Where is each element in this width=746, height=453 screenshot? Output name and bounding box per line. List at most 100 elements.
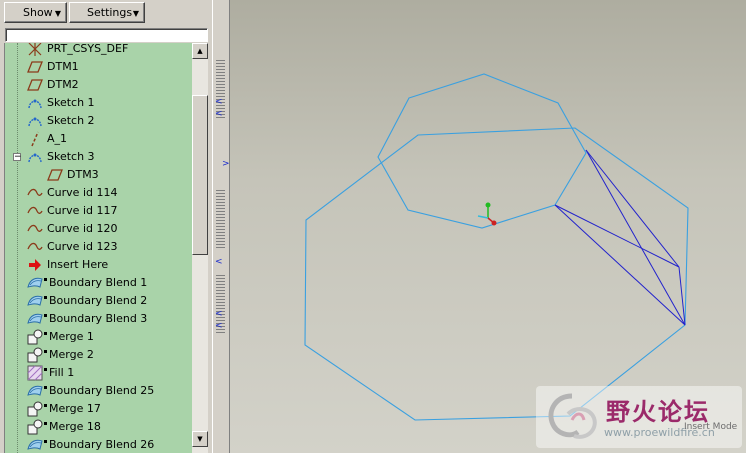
boundary-blend-icon <box>27 311 43 327</box>
feature-status-marker <box>44 278 47 281</box>
boundary-blend-icon <box>27 275 43 291</box>
tree-item-label: Curve id 123 <box>47 240 118 253</box>
tree-item[interactable]: Insert Here <box>5 256 193 274</box>
tree-item-label: Boundary Blend 1 <box>49 276 148 289</box>
dropdown-arrow-icon: ▼ <box>132 9 139 18</box>
boundary-blend-icon <box>27 383 43 399</box>
collapse-left-arrow-icon[interactable]: < <box>215 310 223 319</box>
sketch-icon <box>27 113 43 129</box>
sketch-icon <box>27 95 43 111</box>
tree-item[interactable]: Curve id 120 <box>5 220 193 238</box>
tree-item-label: Curve id 120 <box>47 222 118 235</box>
tree-item[interactable]: Merge 1 <box>5 328 193 346</box>
curve-icon <box>27 203 43 219</box>
feature-status-marker <box>44 386 47 389</box>
show-menu-button[interactable]: Show ▼ <box>4 2 67 23</box>
feature-status-marker <box>44 404 47 407</box>
tree-item[interactable]: Merge 17 <box>5 400 193 418</box>
tree-item[interactable]: Boundary Blend 2 <box>5 292 193 310</box>
settings-button-label: Settings <box>87 6 133 19</box>
tree-item-label: Curve id 117 <box>47 204 118 217</box>
tree-item[interactable]: Boundary Blend 3 <box>5 310 193 328</box>
scrollbar-thumb[interactable] <box>192 95 208 255</box>
tree-toolbar: Show ▼ Settings ▼ <box>0 0 212 26</box>
insert-arrow-icon <box>27 257 43 273</box>
upper-sketch-curve <box>377 73 587 229</box>
sketch-icon <box>27 149 43 165</box>
collapse-left-arrow-icon[interactable]: < <box>215 98 223 107</box>
tree-item[interactable]: Curve id 123 <box>5 238 193 256</box>
scroll-down-button[interactable]: ▼ <box>192 431 208 447</box>
tree-item[interactable]: DTM3 <box>5 166 193 184</box>
curve-icon <box>27 221 43 237</box>
tree-item-label: Curve id 114 <box>47 186 118 199</box>
scroll-up-button[interactable]: ▲ <box>192 43 208 59</box>
tree-item-label: DTM3 <box>67 168 99 181</box>
panel-splitter[interactable]: < < > < < < <box>212 0 230 453</box>
splitter-grip[interactable] <box>216 190 225 248</box>
tree-filter-field[interactable] <box>5 28 208 42</box>
tree-item[interactable]: DTM2 <box>5 76 193 94</box>
tree-item-label: Boundary Blend 26 <box>49 438 155 451</box>
lower-sketch-curve <box>304 127 689 421</box>
feature-status-marker <box>44 368 47 371</box>
forum-watermark: 野火论坛 www.proewildfire.cn <box>536 386 742 448</box>
collapse-left-arrow-icon[interactable]: < <box>215 110 223 119</box>
tree-item-label: Sketch 3 <box>47 150 95 163</box>
model-tree: − PRT_CSYS_DEF DTM1 DTM2 Sketch 1 Sketch 2 A_… <box>4 43 193 453</box>
tree-item-label: Boundary Blend 25 <box>49 384 155 397</box>
tree-item-label: Boundary Blend 2 <box>49 294 148 307</box>
tree-item-label: DTM2 <box>47 78 79 91</box>
tree-item-label: DTM1 <box>47 60 79 73</box>
tree-item[interactable]: Boundary Blend 1 <box>5 274 193 292</box>
expand-right-arrow-icon[interactable]: > <box>222 160 230 169</box>
tree-item[interactable]: A_1 <box>5 130 193 148</box>
tree-item-label: Insert Here <box>47 258 109 271</box>
collapse-left-arrow-icon[interactable]: < <box>215 322 223 331</box>
collapse-left-arrow-icon[interactable]: < <box>215 258 223 267</box>
datum-plane-icon <box>47 167 63 183</box>
graphics-viewport[interactable]: 野火论坛 www.proewildfire.cn Insert Mode <box>230 0 746 453</box>
tree-item-label: Merge 17 <box>49 402 101 415</box>
tree-item[interactable]: Sketch 3 <box>5 148 193 166</box>
feature-status-marker <box>44 350 47 353</box>
boundary-blend-icon <box>27 437 43 453</box>
boundary-blend-lines <box>554 149 686 326</box>
datum-axis-icon <box>27 131 43 147</box>
curve-icon <box>27 239 43 255</box>
tree-item-label: Sketch 2 <box>47 114 95 127</box>
tree-item-label: Merge 1 <box>49 330 94 343</box>
merge-icon <box>27 329 43 345</box>
tree-item[interactable]: Curve id 114 <box>5 184 193 202</box>
tree-item[interactable]: Sketch 1 <box>5 94 193 112</box>
feature-status-marker <box>44 332 47 335</box>
show-button-label: Show <box>23 6 53 19</box>
tree-item[interactable]: Merge 2 <box>5 346 193 364</box>
merge-icon <box>27 419 43 435</box>
tree-item[interactable]: Boundary Blend 25 <box>5 382 193 400</box>
boundary-blend-icon <box>27 293 43 309</box>
feature-status-marker <box>44 440 47 443</box>
feature-status-marker <box>44 314 47 317</box>
merge-icon <box>27 347 43 363</box>
tree-item[interactable]: DTM1 <box>5 58 193 76</box>
csys-triad-icon <box>477 202 497 226</box>
tree-item[interactable]: Boundary Blend 26 <box>5 436 193 453</box>
tree-scrollbar[interactable]: ▲ ▼ <box>192 43 208 453</box>
dropdown-arrow-icon: ▼ <box>54 9 61 18</box>
tree-item-label: Merge 18 <box>49 420 101 433</box>
feature-status-marker <box>44 422 47 425</box>
csys-icon <box>27 43 43 57</box>
tree-item[interactable]: PRT_CSYS_DEF <box>5 43 193 58</box>
settings-menu-button[interactable]: Settings ▼ <box>69 2 145 23</box>
tree-item-label: Sketch 1 <box>47 96 95 109</box>
tree-item[interactable]: Fill 1 <box>5 364 193 382</box>
model-tree-panel: Show ▼ Settings ▼ − PRT_CSYS_DEF DTM1 DTM2… <box>0 0 212 453</box>
tree-item-label: Merge 2 <box>49 348 94 361</box>
tree-item[interactable]: Merge 18 <box>5 418 193 436</box>
tree-item[interactable]: Curve id 117 <box>5 202 193 220</box>
merge-icon <box>27 401 43 417</box>
tree-item[interactable]: Sketch 2 <box>5 112 193 130</box>
feature-status-marker <box>44 296 47 299</box>
datum-plane-icon <box>27 59 43 75</box>
